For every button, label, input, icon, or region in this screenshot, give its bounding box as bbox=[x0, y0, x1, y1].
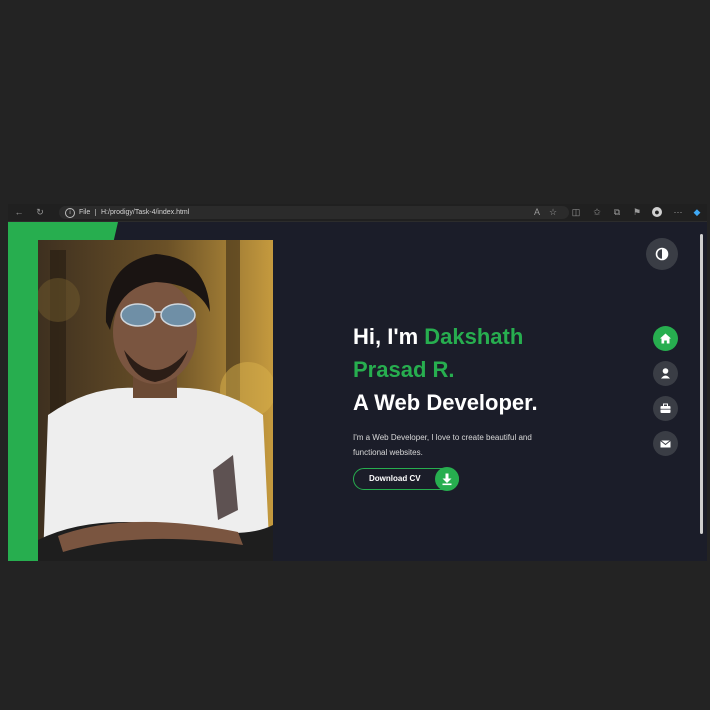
contrast-icon bbox=[655, 247, 669, 261]
reload-icon[interactable]: ↻ bbox=[35, 207, 45, 217]
read-aloud-icon[interactable]: A bbox=[531, 207, 543, 217]
split-screen-icon[interactable]: ◫ bbox=[571, 207, 581, 217]
browser-window: ← ↻ i File H:/prodigy/Task-4/index.html … bbox=[8, 204, 707, 561]
download-cv-button[interactable]: Download CV bbox=[353, 467, 459, 491]
name-first: Dakshath bbox=[424, 324, 524, 349]
nav-home-button[interactable] bbox=[653, 326, 678, 351]
profile-avatar-icon[interactable]: ● bbox=[652, 207, 662, 217]
scrollbar-thumb[interactable] bbox=[700, 234, 703, 534]
role-title: A Web Developer. bbox=[353, 390, 538, 415]
browser-toolbar: ← ↻ i File H:/prodigy/Task-4/index.html … bbox=[8, 204, 707, 222]
home-icon bbox=[660, 333, 671, 344]
info-icon[interactable]: i bbox=[65, 208, 75, 218]
download-cv-label: Download CV bbox=[369, 474, 421, 483]
portrait-image bbox=[38, 240, 273, 561]
user-icon bbox=[661, 368, 670, 379]
address-bar[interactable]: i File H:/prodigy/Task-4/index.html bbox=[59, 206, 569, 219]
hero-description: I'm a Web Developer, I love to create be… bbox=[353, 430, 573, 460]
address-scheme: File bbox=[79, 209, 91, 216]
hero-heading: Hi, I'm Dakshath Prasad R. A Web Develop… bbox=[353, 320, 593, 419]
collections-icon[interactable]: ⧉ bbox=[612, 207, 622, 217]
page-viewport: Hi, I'm Dakshath Prasad R. A Web Develop… bbox=[8, 222, 707, 561]
envelope-icon bbox=[660, 440, 671, 448]
copilot-icon[interactable]: ◆ bbox=[692, 207, 702, 217]
feedback-icon[interactable]: ⚑ bbox=[632, 207, 642, 217]
heading-line-1: Hi, I'm Dakshath bbox=[353, 320, 593, 353]
favorites-icon[interactable]: ✩ bbox=[592, 207, 602, 217]
theme-toggle-button[interactable] bbox=[646, 238, 678, 270]
nav-portfolio-button[interactable] bbox=[653, 396, 678, 421]
briefcase-icon bbox=[660, 403, 671, 413]
more-menu-icon[interactable]: ⋯ bbox=[673, 207, 683, 217]
address-url[interactable]: H:/prodigy/Task-4/index.html bbox=[101, 207, 189, 218]
nav-contact-button[interactable] bbox=[653, 431, 678, 456]
profile-photo bbox=[38, 240, 273, 561]
greeting-text: Hi, I'm bbox=[353, 324, 425, 349]
favorite-star-icon[interactable]: ☆ bbox=[548, 207, 558, 217]
description-line-2: functional websites. bbox=[353, 448, 423, 457]
page-scrollbar[interactable] bbox=[699, 224, 704, 557]
name-last: Prasad R. bbox=[353, 357, 455, 382]
description-line-1: I'm a Web Developer, I love to create be… bbox=[353, 433, 532, 442]
download-icon[interactable] bbox=[435, 467, 459, 491]
nav-about-button[interactable] bbox=[653, 361, 678, 386]
back-icon[interactable]: ← bbox=[14, 207, 24, 217]
address-separator bbox=[95, 209, 96, 216]
